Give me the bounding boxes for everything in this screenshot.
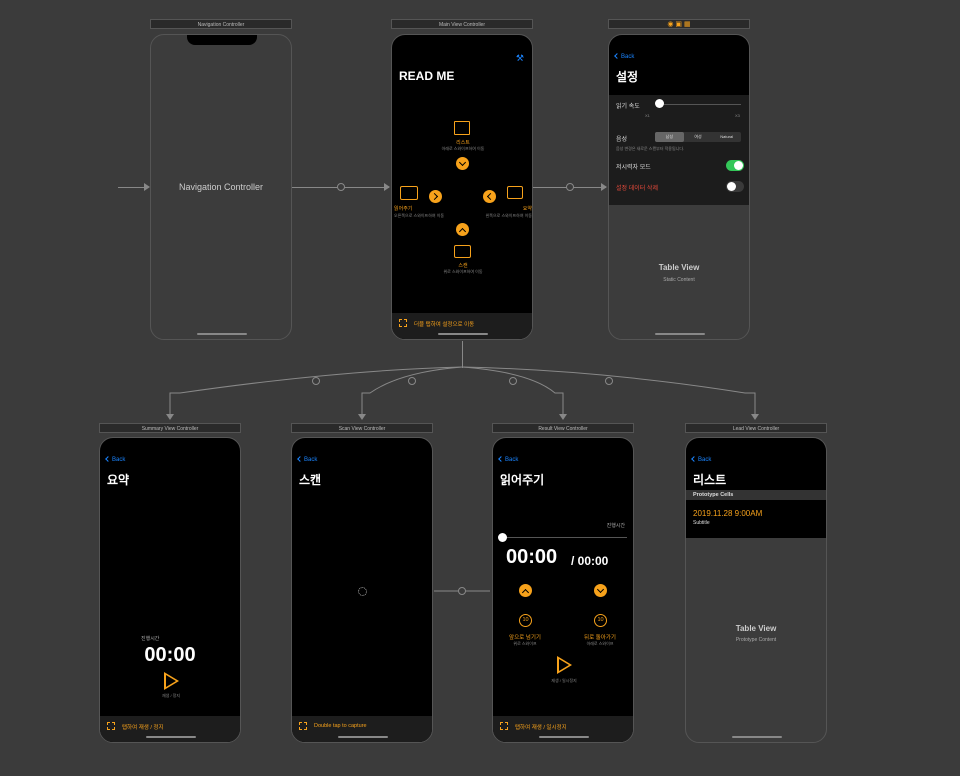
- elapsed-time: 00:00: [144, 644, 196, 666]
- table-view-label: Table View: [735, 624, 777, 633]
- scan-controller-title: Scan View Controller: [291, 423, 433, 433]
- home-indicator: [146, 736, 196, 738]
- section-header: Prototype Cells: [686, 490, 826, 500]
- list-controller-title: Lead View Controller: [685, 423, 827, 433]
- back-button[interactable]: Back: [106, 457, 125, 463]
- page-title: 읽어주기: [500, 473, 545, 487]
- back-label: 뒤로 돌아가기: [584, 635, 616, 641]
- bottom-hint: 탭하여 재생 / 일시정지: [515, 725, 567, 731]
- forward-label: 앞으로 넘기기: [509, 635, 541, 641]
- segue-icon[interactable]: [605, 377, 613, 385]
- result-controller-title: Result View Controller: [492, 423, 634, 433]
- bottom-hint: 탭하여 재생 / 정지: [122, 725, 164, 731]
- frame-icon: [299, 722, 307, 730]
- cell-subtitle: Subtitle: [693, 520, 710, 526]
- play-hint: 재생 / 정지: [161, 693, 181, 698]
- home-indicator: [539, 736, 589, 738]
- elapsed-label: 진행시간: [141, 636, 160, 642]
- back-button[interactable]: Back: [692, 457, 711, 463]
- back-hint: 아래로 스와이프: [586, 641, 614, 646]
- chevron-down-icon[interactable]: [594, 584, 607, 597]
- skip-forward-icon[interactable]: 10: [519, 614, 532, 627]
- result-scene[interactable]: Back 읽어주기 진행시간 00:00 / 00:00 10 10 앞으로 넘…: [492, 437, 634, 743]
- back-button[interactable]: Back: [499, 457, 518, 463]
- summary-controller-title: Summary View Controller: [99, 423, 241, 433]
- segue-icon[interactable]: [312, 377, 320, 385]
- bottom-bar[interactable]: 탭하여 재생 / 일시정지: [493, 716, 633, 742]
- scan-scene[interactable]: Back 스캔 Double tap to capture: [291, 437, 433, 743]
- page-title: 요약: [107, 473, 130, 487]
- skip-back-icon[interactable]: 10: [594, 614, 607, 627]
- table-cell[interactable]: 2019.11.28 9:00AM Subtitle: [686, 500, 826, 538]
- table-view-sub: Prototype Content: [735, 637, 777, 643]
- home-indicator: [338, 736, 388, 738]
- elapsed-time: 00:00: [506, 546, 558, 568]
- total-time: / 00:00: [571, 554, 609, 568]
- activity-indicator: [358, 587, 367, 596]
- play-icon[interactable]: [557, 656, 572, 674]
- back-button[interactable]: Back: [298, 457, 317, 463]
- summary-scene[interactable]: Back 요약 진행시간 00:00 재생 / 정지 탭하여 재생 / 정지: [99, 437, 241, 743]
- play-icon[interactable]: [164, 672, 179, 690]
- segue-icon[interactable]: [408, 377, 416, 385]
- page-title: 리스트: [693, 473, 727, 487]
- elapsed-label: 진행시간: [606, 523, 625, 529]
- bottom-bar[interactable]: Double tap to capture: [292, 716, 432, 742]
- list-scene[interactable]: Back 리스트 Prototype Cells 2019.11.28 9:00…: [685, 437, 827, 743]
- bottom-hint: Double tap to capture: [314, 723, 367, 729]
- segue-icon[interactable]: [458, 587, 466, 595]
- frame-icon: [500, 722, 508, 730]
- chevron-up-icon[interactable]: [519, 584, 532, 597]
- cell-title: 2019.11.28 9:00AM: [693, 509, 763, 518]
- page-title: 스캔: [299, 473, 322, 487]
- forward-hint: 위로 스와이프: [513, 641, 537, 646]
- bottom-bar[interactable]: 탭하여 재생 / 정지: [100, 716, 240, 742]
- play-hint: 재생 / 일시정지: [551, 678, 577, 683]
- home-indicator: [732, 736, 782, 738]
- slider-thumb[interactable]: [498, 533, 507, 542]
- frame-icon: [107, 722, 115, 730]
- progress-slider[interactable]: [501, 537, 627, 538]
- segue-icon[interactable]: [509, 377, 517, 385]
